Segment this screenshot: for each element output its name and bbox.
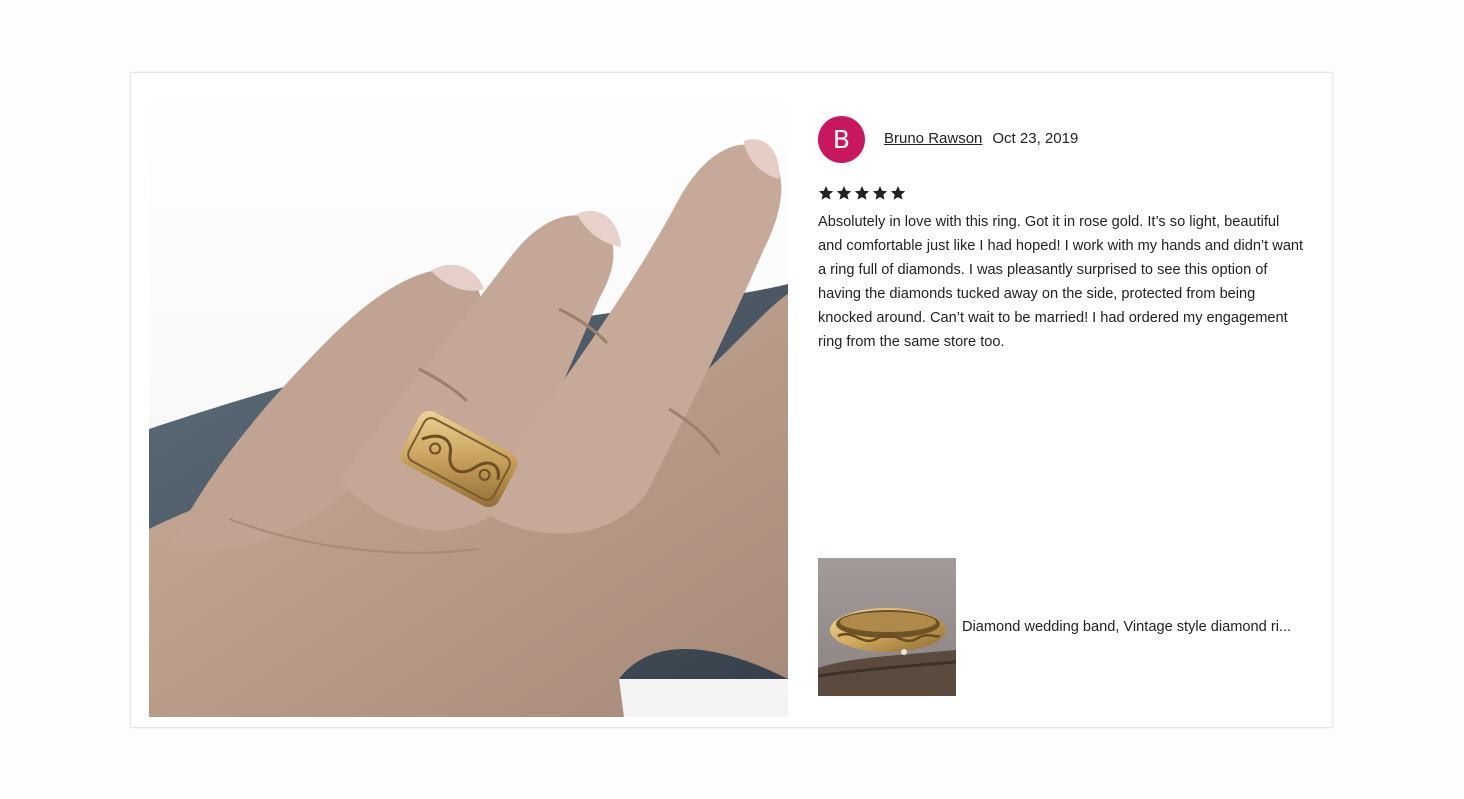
- reviewer-name-link[interactable]: Bruno Rawson: [884, 129, 982, 149]
- hand-ring-image: [149, 79, 788, 717]
- review-content: B Bruno Rawson Oct 23, 2019 Absolutely i…: [818, 115, 1318, 354]
- product-title[interactable]: Diamond wedding band, Vintage style diam…: [962, 619, 1308, 635]
- star-icon: [854, 185, 870, 203]
- avatar-initial: B: [832, 124, 851, 154]
- reviewed-product-link[interactable]: Diamond wedding band, Vintage style diam…: [818, 558, 1318, 696]
- star-icon: [836, 185, 852, 203]
- review-date: Oct 23, 2019: [992, 130, 1079, 147]
- star-icon: [872, 185, 888, 203]
- product-thumbnail[interactable]: [818, 558, 956, 696]
- star-icon: [818, 185, 834, 203]
- reviewer-avatar[interactable]: B: [818, 115, 865, 163]
- reviewer-header: B Bruno Rawson Oct 23, 2019: [818, 115, 1318, 163]
- review-photo[interactable]: [149, 79, 788, 717]
- star-rating: [818, 185, 1318, 203]
- review-text: Absolutely in love with this ring. Got i…: [818, 214, 1304, 350]
- star-icon: [890, 185, 906, 203]
- review-card: B Bruno Rawson Oct 23, 2019 Absolutely i…: [130, 72, 1333, 728]
- ring-product-image: [818, 558, 956, 696]
